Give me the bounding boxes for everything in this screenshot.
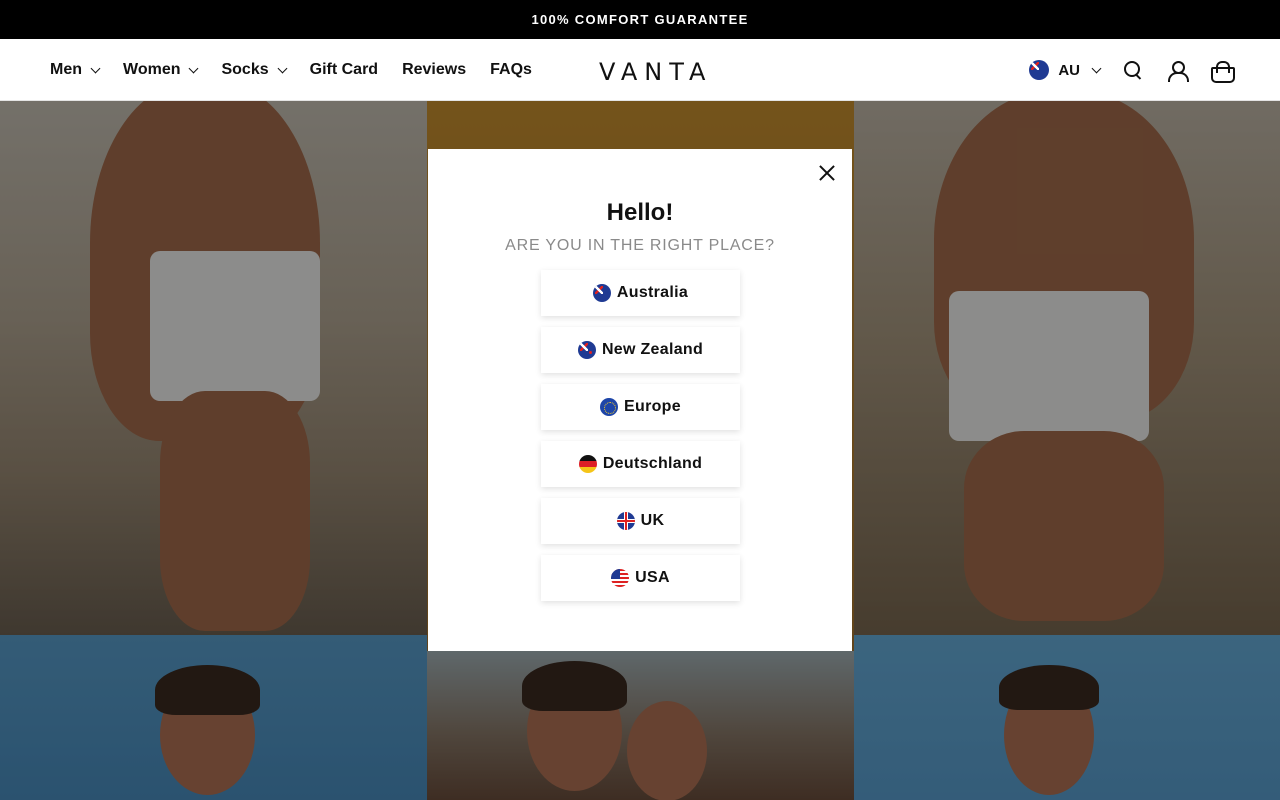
cart-icon[interactable] <box>1210 59 1235 83</box>
modal-subtitle: ARE YOU IN THE RIGHT PLACE? <box>505 237 775 254</box>
region-label: Europe <box>624 398 681 415</box>
australia-flag-icon <box>592 284 611 302</box>
nav-label: Reviews <box>402 61 467 78</box>
chevron-down-icon <box>277 63 288 73</box>
chevron-down-icon <box>90 63 101 73</box>
nav-item-gift-card[interactable]: Gift Card <box>310 61 378 79</box>
usa-flag-icon <box>611 569 630 587</box>
region-button-deutschland[interactable]: Deutschland <box>541 441 740 487</box>
region-list: Australia New Zealand Europe Deutschland… <box>541 270 740 612</box>
nav-item-reviews[interactable]: Reviews <box>402 61 466 79</box>
chevron-down-icon <box>189 63 199 73</box>
close-icon[interactable] <box>816 162 838 184</box>
announcement-bar: 100% COMFORT GUARANTEE <box>0 0 1280 39</box>
nav-label: Socks <box>221 61 269 78</box>
nav-item-socks[interactable]: Socks <box>221 61 288 79</box>
chevron-down-icon <box>1091 63 1102 73</box>
region-label: USA <box>635 569 670 586</box>
locale-code: AU <box>1058 61 1080 79</box>
nav-item-men[interactable]: Men <box>50 61 101 79</box>
nav-label: Gift Card <box>309 61 379 78</box>
header-tools: AU <box>1029 39 1235 101</box>
brand-logo[interactable]: VANTA <box>599 58 712 86</box>
region-label: New Zealand <box>601 341 704 358</box>
account-icon[interactable] <box>1166 59 1189 82</box>
nav-label: Men <box>50 61 82 78</box>
new-zealand-flag-icon <box>577 341 596 359</box>
australia-flag-icon <box>1029 60 1050 80</box>
region-button-new-zealand[interactable]: New Zealand <box>541 327 740 373</box>
region-button-europe[interactable]: Europe <box>541 384 740 430</box>
eu-flag-icon <box>600 398 619 416</box>
region-button-australia[interactable]: Australia <box>541 270 740 316</box>
region-button-usa[interactable]: USA <box>541 555 740 601</box>
nav-label: FAQs <box>490 61 532 78</box>
main-nav: Men Women Socks Gift Card Reviews FAQs <box>50 39 532 101</box>
search-icon[interactable] <box>1122 59 1144 81</box>
nav-item-faqs[interactable]: FAQs <box>490 61 532 79</box>
modal-title: Hello! <box>606 199 674 226</box>
locale-selector[interactable]: AU <box>1029 60 1102 80</box>
uk-flag-icon <box>616 512 635 530</box>
region-label: UK <box>640 512 665 529</box>
region-label: Deutschland <box>602 455 703 472</box>
region-label: Australia <box>616 284 689 301</box>
germany-flag-icon <box>578 455 597 473</box>
region-button-uk[interactable]: UK <box>541 498 740 544</box>
site-header: Men Women Socks Gift Card Reviews FAQs V… <box>0 39 1280 101</box>
announcement-text: 100% COMFORT GUARANTEE <box>531 12 749 27</box>
nav-item-women[interactable]: Women <box>123 61 199 79</box>
nav-label: Women <box>123 61 181 78</box>
